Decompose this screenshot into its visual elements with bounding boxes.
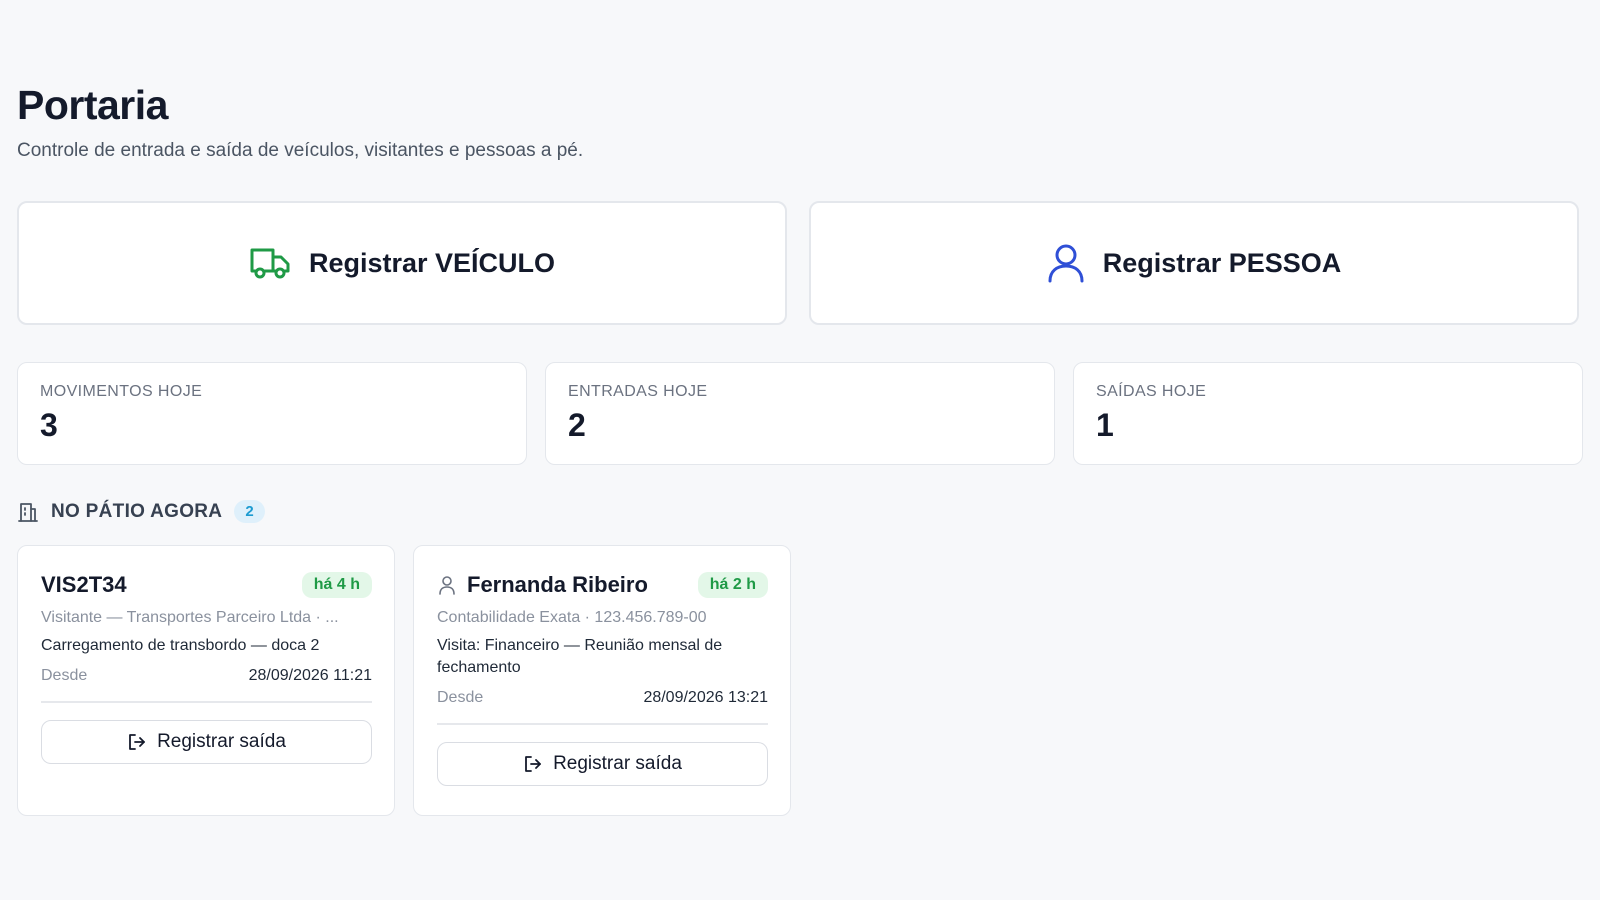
truck-icon: [249, 245, 291, 281]
card-meta: Visitante — Transportes Parceiro Ltda · …: [41, 609, 339, 626]
since-value: 28/09/2026 11:21: [248, 667, 372, 684]
card-description: Visita: Financeiro — Reunião mensal de f…: [437, 637, 723, 676]
stat-card-exits: SAÍDAS HOJE 1: [1073, 362, 1583, 465]
register-exit-label: Registrar saída: [553, 753, 682, 774]
portaria-page: Portaria Controle de entrada e saída de …: [0, 0, 1600, 900]
stat-label: MOVIMENTOS HOJE: [40, 383, 203, 400]
since-label: Desde: [437, 689, 484, 706]
register-person-button[interactable]: Registrar PESSOA: [809, 201, 1579, 325]
register-exit-button[interactable]: Registrar saída: [41, 720, 372, 764]
time-badge: há 4 h: [301, 572, 372, 598]
yard-count-badge: 2: [234, 500, 265, 523]
since-label: Desde: [41, 667, 88, 684]
since-value: 28/09/2026 13:21: [643, 689, 768, 706]
register-exit-label: Registrar saída: [157, 731, 286, 752]
card-since-row: Desde 28/09/2026 13:21: [437, 689, 768, 725]
user-icon: [1047, 243, 1085, 283]
yard-card-person: Fernanda Ribeiro há 2 h Contabilidade Ex…: [413, 545, 791, 816]
register-vehicle-label: Registrar VEÍCULO: [308, 247, 556, 278]
vehicle-plate: VIS2T34: [41, 572, 127, 597]
yard-section-header: NO PÁTIO AGORA 2: [17, 500, 265, 523]
page-title: Portaria: [17, 82, 168, 128]
register-exit-button[interactable]: Registrar saída: [437, 742, 768, 786]
stat-value: 2: [568, 407, 586, 443]
stat-value: 3: [40, 407, 58, 443]
sign-out-icon: [127, 732, 147, 752]
card-description: Carregamento de transbordo — doca 2: [41, 637, 320, 654]
person-name: Fernanda Ribeiro: [467, 572, 648, 597]
card-since-row: Desde 28/09/2026 11:21: [41, 667, 372, 703]
building-icon: [17, 501, 39, 523]
stat-value: 1: [1096, 407, 1114, 443]
card-meta: Contabilidade Exata · 123.456.789-00: [437, 609, 707, 626]
card-header: VIS2T34 há 4 h: [41, 570, 372, 600]
card-name-wrap: Fernanda Ribeiro: [437, 572, 648, 598]
card-name-wrap: VIS2T34: [41, 572, 127, 598]
sign-out-icon: [523, 754, 543, 774]
register-vehicle-button[interactable]: Registrar VEÍCULO: [17, 201, 787, 325]
user-icon: [437, 575, 457, 595]
stat-card-entries: ENTRADAS HOJE 2: [545, 362, 1055, 465]
stat-card-movements: MOVIMENTOS HOJE 3: [17, 362, 527, 465]
stat-label: ENTRADAS HOJE: [568, 383, 708, 400]
yard-card-vehicle: VIS2T34 há 4 h Visitante — Transportes P…: [17, 545, 395, 816]
stat-label: SAÍDAS HOJE: [1096, 383, 1207, 400]
card-header: Fernanda Ribeiro há 2 h: [437, 570, 768, 600]
register-person-label: Registrar PESSOA: [1102, 247, 1342, 278]
yard-section-title: NO PÁTIO AGORA: [51, 500, 223, 522]
page-subtitle: Controle de entrada e saída de veículos,…: [17, 140, 584, 161]
time-badge: há 2 h: [697, 572, 768, 598]
